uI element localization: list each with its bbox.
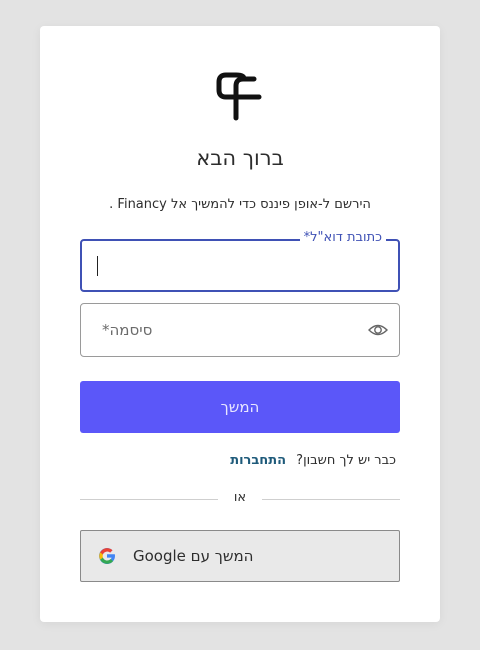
app-logo-icon	[216, 72, 262, 121]
password-placeholder: סיסמה*	[102, 321, 153, 339]
email-label: כתובת דוא"ל*	[299, 230, 386, 245]
divider-left	[80, 499, 218, 500]
google-button-label: המשך עם Google	[133, 547, 254, 565]
continue-button[interactable]: המשך	[80, 381, 400, 433]
divider-right	[262, 499, 400, 500]
page-title: ברוך הבא	[196, 146, 284, 170]
signup-card: ברוך הבא הירשם ל-אופן פיננס כדי להמשיך א…	[40, 26, 440, 622]
google-icon	[99, 548, 116, 565]
login-prompt-text: כבר יש לך חשבון?	[296, 453, 396, 468]
eye-icon[interactable]	[368, 322, 388, 338]
email-field[interactable]: כתובת דוא"ל*	[80, 230, 400, 292]
page-subtitle: הירשם ל-אופן פיננס כדי להמשיך אל Financy…	[109, 197, 371, 212]
login-prompt-row: כבר יש לך חשבון? התחברות	[40, 453, 396, 468]
password-field[interactable]: סיסמה*	[80, 303, 400, 357]
text-caret	[97, 256, 98, 276]
google-signin-button[interactable]: המשך עם Google	[80, 530, 400, 582]
divider-or-label: או	[233, 490, 247, 505]
login-link[interactable]: התחברות	[230, 453, 286, 468]
